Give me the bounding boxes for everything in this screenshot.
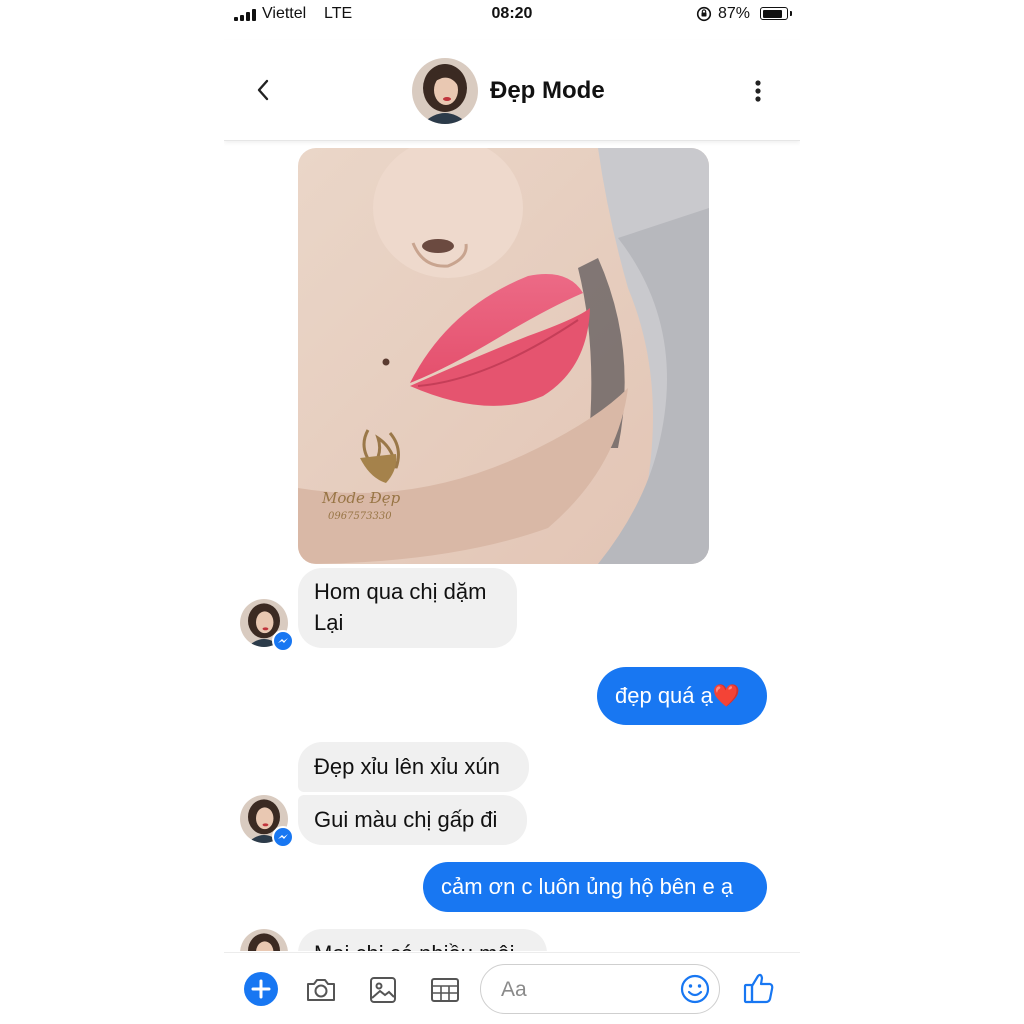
like-button[interactable] — [742, 970, 776, 1006]
outgoing-message[interactable]: đẹp quá ạ❤️ — [597, 667, 767, 725]
more-options-button[interactable] — [748, 78, 768, 104]
message-text: đẹp quá ạ — [615, 683, 713, 708]
contact-avatar[interactable] — [412, 58, 478, 124]
status-time: 08:20 — [491, 5, 533, 22]
add-button[interactable] — [244, 972, 278, 1006]
lip-photo: Mode Đẹp 0967573330 — [298, 148, 709, 564]
emoji-icon — [680, 974, 710, 1004]
incoming-message[interactable]: Mai chị có nhiều môi — [298, 929, 547, 951]
incoming-message[interactable]: Hom qua chị dặm Lại — [298, 568, 517, 648]
svg-text:Mode Đẹp: Mode Đẹp — [321, 489, 401, 507]
messenger-screen: Viettel LTE 08:20 87% Đẹp Mode Mode Đẹp … — [224, 0, 800, 1024]
status-bar: Viettel LTE 08:20 87% — [224, 0, 800, 30]
message-list[interactable]: Mode Đẹp 0967573330 Hom qua chị dặm Lại … — [224, 141, 800, 951]
message-input[interactable]: Aa — [480, 964, 720, 1014]
camera-button[interactable] — [304, 973, 338, 1007]
outgoing-message[interactable]: cảm ơn c luôn ủng hộ bên e ạ — [423, 862, 767, 912]
contact-name[interactable]: Đẹp Mode — [490, 77, 605, 105]
sticker-grid-icon — [431, 978, 459, 1002]
message-line: Lại — [314, 610, 344, 635]
image-icon — [370, 977, 396, 1003]
contact-avatar-small[interactable] — [240, 929, 288, 951]
incoming-message[interactable]: Gui màu chị gấp đi — [298, 795, 527, 845]
message-text: Mai chị có nhiều môi — [314, 941, 515, 951]
thumbs-up-icon — [743, 973, 774, 1004]
svg-text:0967573330: 0967573330 — [328, 511, 392, 522]
chevron-left-icon — [257, 79, 269, 101]
photo-message[interactable]: Mode Đẹp 0967573330 — [298, 148, 709, 564]
rotation-lock-icon — [696, 6, 712, 22]
input-placeholder: Aa — [501, 978, 527, 1001]
battery-percent: 87% — [718, 5, 751, 22]
chat-header: Đẹp Mode — [224, 40, 800, 141]
incoming-message[interactable]: Đẹp xỉu lên xỉu xún — [298, 742, 529, 792]
heart-emoji: ❤️ — [712, 683, 741, 708]
battery-icon — [760, 7, 792, 20]
messenger-badge-icon — [272, 826, 294, 848]
gallery-button[interactable] — [366, 973, 400, 1007]
emoji-button[interactable] — [679, 973, 711, 1005]
back-button[interactable] — [252, 76, 276, 104]
messenger-badge-icon — [272, 630, 294, 652]
message-text: cảm ơn c luôn ủng hộ bên e ạ — [441, 874, 734, 899]
message-text: Gui màu chị gấp đi — [314, 807, 498, 832]
sticker-button[interactable] — [428, 973, 462, 1007]
vertical-ellipsis-icon — [755, 80, 761, 102]
message-text: Đẹp xỉu lên xỉu xún — [314, 754, 500, 779]
plus-icon — [251, 979, 271, 999]
camera-icon — [307, 979, 335, 1001]
message-line: Hom qua chị dặm — [314, 579, 487, 604]
message-composer: Aa — [224, 952, 800, 1024]
